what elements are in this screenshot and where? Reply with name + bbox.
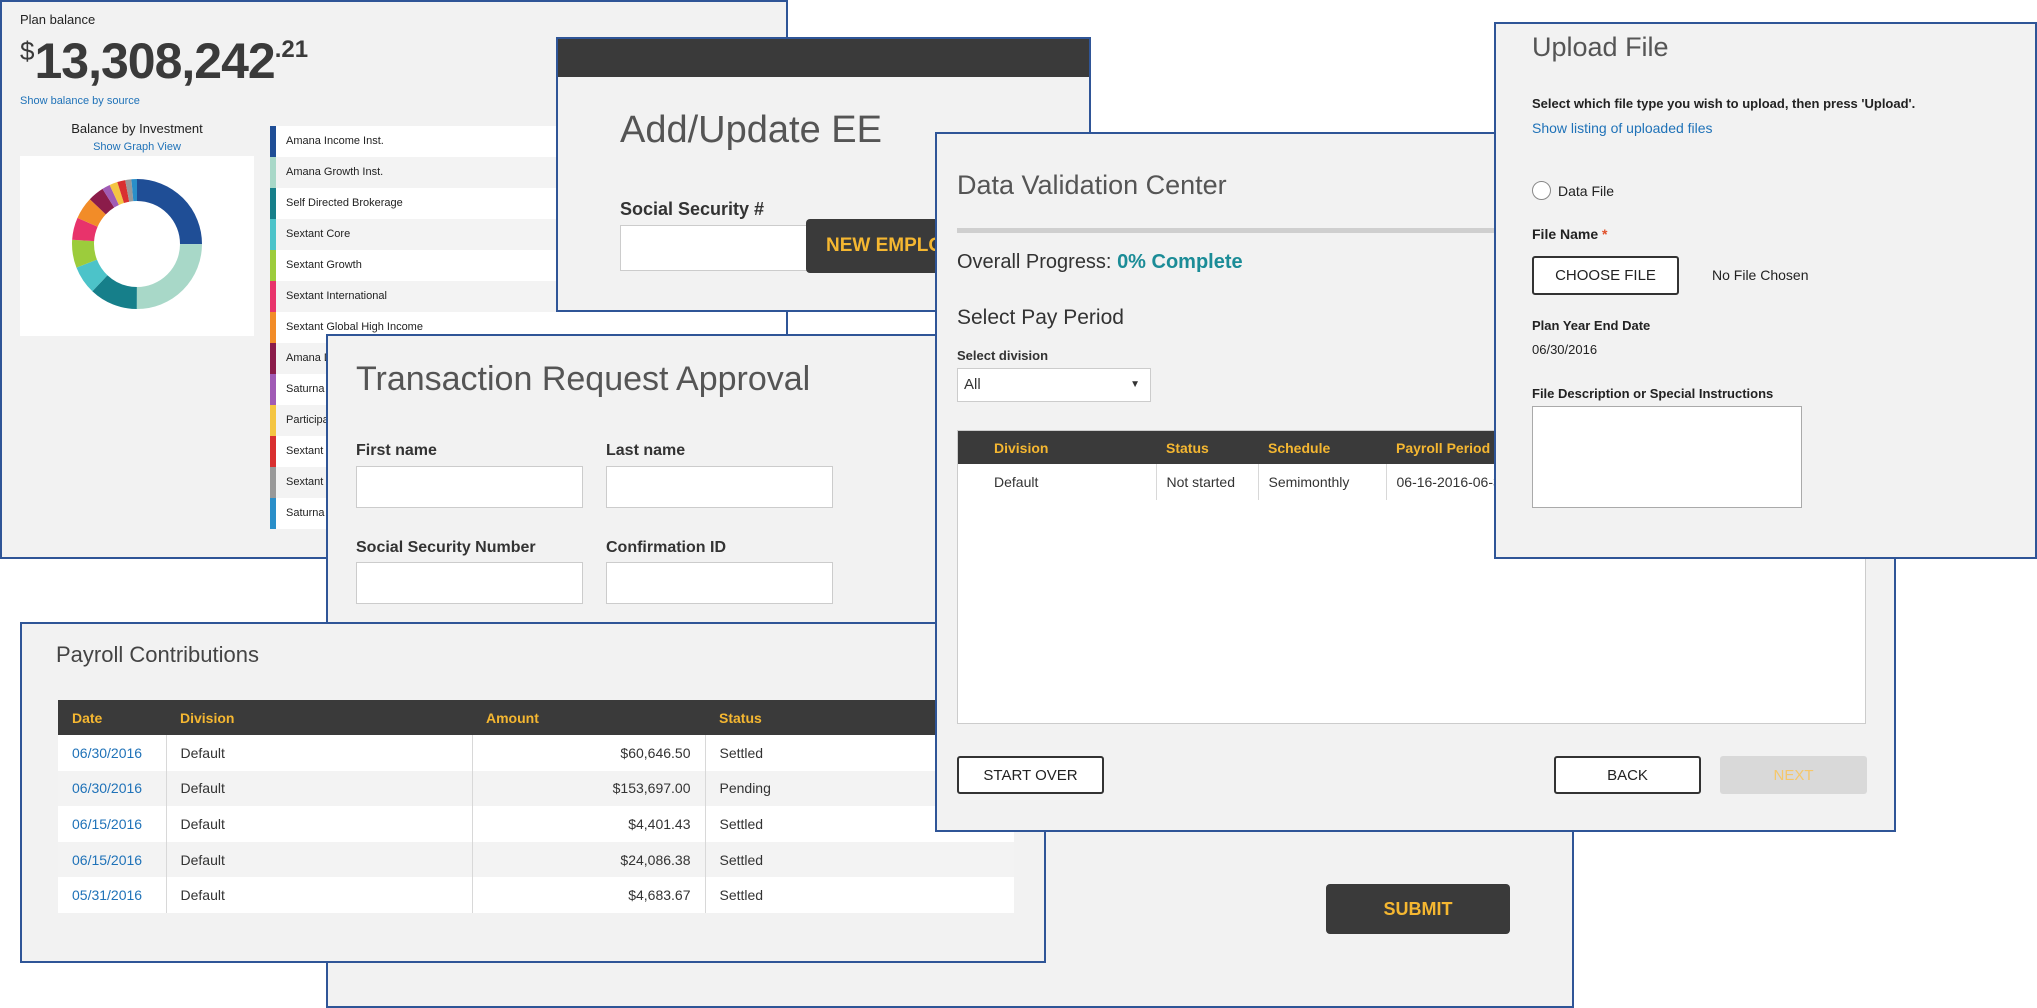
next-button[interactable]: NEXT	[1720, 756, 1867, 794]
choose-file-button[interactable]: CHOOSE FILE	[1532, 256, 1679, 295]
select-division-label: Select division	[957, 348, 1049, 363]
balance-by-investment-title: Balance by Investment	[71, 121, 203, 136]
plan-year-end-label: Plan Year End Date	[1532, 318, 1651, 333]
required-marker: *	[1602, 226, 1608, 242]
no-file-chosen-text: No File Chosen	[1712, 267, 1809, 283]
ssn-number-label: Social Security Number	[356, 539, 536, 556]
pay-period-table: Division Status Schedule Payroll Period …	[958, 431, 1512, 500]
panel-header-bar	[558, 39, 1089, 77]
data-file-radio[interactable]	[1532, 181, 1551, 200]
transaction-request-title: Transaction Request Approval	[356, 360, 811, 398]
file-name-label-text: File Name	[1532, 226, 1599, 242]
table-row[interactable]: Default Not started Semimonthly 06-16-20…	[958, 464, 1512, 500]
amount-cell: $153,697.00	[472, 770, 706, 807]
start-over-button[interactable]: START OVER	[957, 756, 1104, 794]
column-header-division[interactable]: Division	[166, 700, 472, 735]
upload-file-title: Upload File	[1532, 32, 1669, 62]
table-row: 06/15/2016 Default $24,086.38 Settled	[58, 841, 1014, 878]
amount-cell: $60,646.50	[472, 735, 706, 771]
upload-file-panel: Upload File Select which file type you w…	[1494, 22, 2037, 559]
first-name-input[interactable]	[356, 466, 583, 508]
show-graph-view-link[interactable]: Show Graph View	[20, 141, 254, 153]
division-cell: Default	[958, 464, 1157, 500]
column-header-payroll-period[interactable]: Payroll Period	[1386, 431, 1512, 464]
amount-cell: $24,086.38	[472, 841, 706, 878]
division-cell: Default	[166, 735, 473, 771]
file-name-label: File Name *	[1532, 226, 1607, 242]
table-row: 06/15/2016 Default $4,401.43 Settled	[58, 806, 1014, 842]
data-file-radio-label[interactable]: Data File	[1558, 183, 1614, 199]
confirmation-id-label: Confirmation ID	[606, 539, 726, 556]
payroll-contributions-title: Payroll Contributions	[56, 642, 259, 667]
status-cell: Settled	[705, 841, 1014, 878]
confirmation-id-input[interactable]	[606, 562, 833, 604]
table-row: 06/30/2016 Default $153,697.00 Pending	[58, 770, 1014, 807]
donut-svg	[72, 179, 202, 309]
show-uploaded-files-link[interactable]: Show listing of uploaded files	[1532, 120, 1713, 136]
column-header-division[interactable]: Division	[958, 431, 1156, 464]
data-validation-title: Data Validation Center	[957, 170, 1227, 200]
first-name-label: First name	[356, 442, 437, 459]
last-name-label: Last name	[606, 442, 686, 459]
upload-instructions: Select which file type you wish to uploa…	[1532, 96, 1916, 111]
payroll-contributions-panel: Payroll Contributions Date Division Amou…	[20, 622, 1046, 963]
submit-button[interactable]: SUBMIT	[1326, 884, 1510, 934]
file-description-textarea[interactable]	[1532, 406, 1802, 508]
plan-balance-amount: $13,308,242.21	[20, 32, 308, 90]
status-cell: Not started	[1156, 464, 1259, 500]
amount-cell: $4,401.43	[472, 806, 706, 842]
ssn-label: Social Security #	[620, 199, 765, 219]
division-cell: Default	[166, 841, 473, 878]
chevron-down-icon: ▼	[1130, 379, 1140, 390]
balance-main: 13,308,242	[34, 33, 275, 89]
table-row: 05/31/2016 Default $4,683.67 Settled	[58, 877, 1014, 913]
date-link[interactable]: 05/31/2016	[72, 887, 142, 903]
amount-cell: $4,683.67	[472, 877, 706, 913]
progress-value: 0% Complete	[1117, 251, 1243, 273]
select-pay-period-title: Select Pay Period	[957, 306, 1124, 329]
date-link[interactable]: 06/15/2016	[72, 852, 142, 868]
column-header-amount[interactable]: Amount	[472, 700, 705, 735]
payroll-period-cell: 06-16-2016-06-3	[1386, 464, 1512, 500]
plan-year-end-value: 06/30/2016	[1532, 342, 1598, 357]
status-cell: Settled	[705, 877, 1014, 913]
plan-balance-label: Plan balance	[20, 12, 96, 27]
file-description-label: File Description or Special Instructions	[1532, 386, 1774, 401]
progress-label: Overall Progress:	[957, 251, 1118, 273]
division-selected-value: All	[964, 376, 981, 393]
payroll-table: Date Division Amount Status 06/30/2016 D…	[58, 700, 1014, 913]
add-update-ee-title: Add/Update EE	[620, 109, 882, 151]
column-header-status[interactable]: Status	[1156, 431, 1258, 464]
show-balance-by-source-link[interactable]: Show balance by source	[20, 95, 140, 107]
currency-symbol: $	[20, 36, 35, 66]
date-link[interactable]: 06/30/2016	[72, 745, 142, 761]
column-header-schedule[interactable]: Schedule	[1258, 431, 1386, 464]
back-button[interactable]: BACK	[1554, 756, 1701, 794]
investment-donut-chart	[20, 156, 254, 336]
division-cell: Default	[166, 770, 473, 807]
division-select[interactable]: All ▼	[957, 368, 1151, 402]
division-cell: Default	[166, 806, 473, 842]
last-name-input[interactable]	[606, 466, 833, 508]
balance-cents: .21	[274, 36, 309, 63]
payroll-header-row: Date Division Amount Status	[58, 700, 1014, 735]
date-link[interactable]: 06/15/2016	[72, 816, 142, 832]
date-link[interactable]: 06/30/2016	[72, 780, 142, 796]
overall-progress: Overall Progress: 0% Complete	[957, 251, 1243, 274]
column-header-date[interactable]: Date	[58, 700, 166, 735]
schedule-cell: Semimonthly	[1258, 464, 1387, 500]
table-row: 06/30/2016 Default $60,646.50 Settled	[58, 735, 1014, 771]
pay-period-header-row: Division Status Schedule Payroll Period	[958, 431, 1512, 464]
division-cell: Default	[166, 877, 473, 913]
ssn-number-input[interactable]	[356, 562, 583, 604]
ssn-input[interactable]	[620, 225, 810, 271]
